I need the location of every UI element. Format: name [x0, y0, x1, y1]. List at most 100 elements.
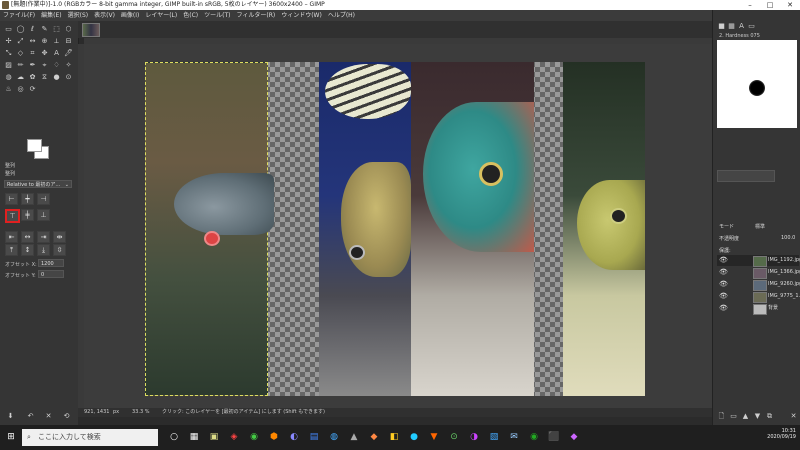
- taskbar-app-icon[interactable]: ◆: [568, 431, 580, 443]
- distribute-center-button[interactable]: ↔: [21, 231, 34, 243]
- distribute-bottom-button[interactable]: ⤓: [37, 244, 50, 256]
- tool-icon[interactable]: ⌖: [40, 61, 49, 70]
- font-tab-icon[interactable]: A: [737, 22, 746, 31]
- opacity-value[interactable]: 100.0: [781, 235, 795, 241]
- menu-file[interactable]: ファイル(F): [0, 10, 38, 21]
- taskbar-app-icon[interactable]: ▦: [188, 431, 200, 443]
- tool-icon[interactable]: ⊕: [40, 37, 49, 46]
- taskbar-app-icon[interactable]: ⊙: [448, 431, 460, 443]
- pattern-tab-icon[interactable]: ▦: [727, 22, 736, 31]
- taskbar-app-icon[interactable]: ▼: [428, 431, 440, 443]
- unit-select[interactable]: px: [113, 408, 119, 417]
- taskbar-app-icon[interactable]: ◈: [228, 431, 240, 443]
- brush-preview[interactable]: [717, 40, 797, 128]
- eye-icon[interactable]: 👁: [719, 268, 728, 277]
- reset-icon[interactable]: ⟲: [62, 412, 71, 421]
- taskbar-app-icon[interactable]: ◧: [388, 431, 400, 443]
- layer-row[interactable]: 👁 IMG_1192.jpg: [717, 255, 800, 267]
- zoom-select[interactable]: 33.3 %: [132, 408, 149, 417]
- delete-layer-icon[interactable]: ✕: [789, 412, 798, 421]
- tool-icon[interactable]: ✒: [28, 61, 37, 70]
- distribute-vertical-button[interactable]: ⇳: [53, 244, 66, 256]
- layer-img-9260[interactable]: [319, 62, 411, 396]
- relative-to-select[interactable]: Relative to 最初のア… ⌄: [4, 180, 72, 188]
- tool-icon[interactable]: ◎: [16, 85, 25, 94]
- eye-icon[interactable]: 👁: [719, 292, 728, 301]
- align-center-button[interactable]: ┿: [21, 193, 34, 205]
- windows-start-icon[interactable]: ⊞: [5, 431, 17, 443]
- distribute-top-button[interactable]: ⤒: [5, 244, 18, 256]
- lower-layer-icon[interactable]: ▼: [753, 412, 762, 421]
- tool-icon[interactable]: ⟳: [28, 85, 37, 94]
- align-middle-button[interactable]: ╪: [21, 209, 34, 221]
- minimize-button[interactable]: –: [740, 0, 760, 10]
- tool-icon[interactable]: ●: [52, 73, 61, 82]
- maximize-button[interactable]: □: [760, 0, 780, 10]
- tool-icon[interactable]: A: [52, 49, 61, 58]
- eye-icon[interactable]: 👁: [719, 304, 728, 313]
- align-right-button[interactable]: ⊣: [37, 193, 50, 205]
- tool-icon[interactable]: ✥: [40, 49, 49, 58]
- tool-icon[interactable]: ⬚: [52, 25, 61, 34]
- eye-icon[interactable]: 👁: [719, 280, 728, 289]
- save-preset-icon[interactable]: ⬇: [6, 412, 15, 421]
- tool-icon[interactable]: ♨: [4, 85, 13, 94]
- taskbar-app-icon[interactable]: ○: [168, 431, 180, 443]
- tool-icon[interactable]: ▨: [4, 61, 13, 70]
- taskbar-app-icon[interactable]: ✉: [508, 431, 520, 443]
- taskbar-app-icon[interactable]: ⬢: [268, 431, 280, 443]
- layer-img-9775[interactable]: [145, 62, 274, 396]
- menu-windows[interactable]: ウィンドウ(W): [278, 10, 325, 21]
- taskbar-app-icon[interactable]: ●: [408, 431, 420, 443]
- tool-icon[interactable]: ▭: [4, 25, 13, 34]
- align-left-button[interactable]: ⊢: [5, 193, 18, 205]
- tool-icon[interactable]: ◇: [16, 49, 25, 58]
- tool-icon[interactable]: ⊟: [64, 37, 73, 46]
- brush-tab-icon[interactable]: ■: [717, 22, 726, 31]
- menu-layer[interactable]: レイヤー(L): [142, 10, 180, 21]
- taskbar-app-icon[interactable]: ▤: [308, 431, 320, 443]
- tool-icon[interactable]: ✿: [28, 73, 37, 82]
- menu-image[interactable]: 画像(I): [118, 10, 142, 21]
- tool-icon[interactable]: ⊙: [64, 73, 73, 82]
- new-layer-icon[interactable]: 🗋: [717, 412, 726, 421]
- document-history-item[interactable]: [717, 170, 775, 182]
- layer-row[interactable]: 👁 IMG_1366.jpg: [717, 267, 800, 279]
- taskbar-app-icon[interactable]: ◐: [288, 431, 300, 443]
- align-top-button[interactable]: ⊤: [5, 209, 20, 223]
- tool-icon[interactable]: ◯: [16, 25, 25, 34]
- tool-icon[interactable]: ✏: [16, 61, 25, 70]
- gradient-tab-icon[interactable]: ▭: [747, 22, 756, 31]
- canvas-area[interactable]: [84, 44, 712, 408]
- layer-img-1192[interactable]: [563, 62, 645, 396]
- new-group-icon[interactable]: ▭: [729, 412, 738, 421]
- close-button[interactable]: ✕: [780, 0, 800, 10]
- menu-view[interactable]: 表示(V): [91, 10, 118, 21]
- tool-icon[interactable]: ⧖: [40, 73, 49, 82]
- align-bottom-button[interactable]: ⊥: [37, 209, 50, 221]
- tool-icon[interactable]: ✢: [4, 37, 13, 46]
- taskbar-search[interactable]: ⌕ ここに入力して検索: [22, 429, 158, 446]
- taskbar-app-icon[interactable]: ▲: [348, 431, 360, 443]
- menu-tools[interactable]: ツール(T): [201, 10, 233, 21]
- offset-y-input[interactable]: 0: [38, 270, 64, 278]
- distribute-right-button[interactable]: ⇥: [37, 231, 50, 243]
- menu-select[interactable]: 選択(S): [65, 10, 92, 21]
- tool-icon[interactable]: ↔: [28, 37, 37, 46]
- layer-img-1366[interactable]: [411, 62, 534, 396]
- distribute-middle-button[interactable]: ↕: [21, 244, 34, 256]
- distribute-left-button[interactable]: ⇤: [5, 231, 18, 243]
- tool-icon[interactable]: ℓ: [28, 25, 37, 34]
- eye-icon[interactable]: 👁: [719, 256, 728, 265]
- menu-colors[interactable]: 色(C): [180, 10, 201, 21]
- delete-icon[interactable]: ✕: [44, 412, 53, 421]
- layers-mode-value[interactable]: 標準: [755, 223, 765, 230]
- tool-icon[interactable]: ⌗: [28, 49, 37, 58]
- taskbar-app-icon[interactable]: ◑: [468, 431, 480, 443]
- taskbar-app-icon[interactable]: ▧: [488, 431, 500, 443]
- taskbar-app-icon[interactable]: ◆: [368, 431, 380, 443]
- offset-x-input[interactable]: 1200: [38, 259, 64, 267]
- tool-icon[interactable]: ☁: [16, 73, 25, 82]
- taskbar-app-icon[interactable]: ⬛: [548, 431, 560, 443]
- raise-layer-icon[interactable]: ▲: [741, 412, 750, 421]
